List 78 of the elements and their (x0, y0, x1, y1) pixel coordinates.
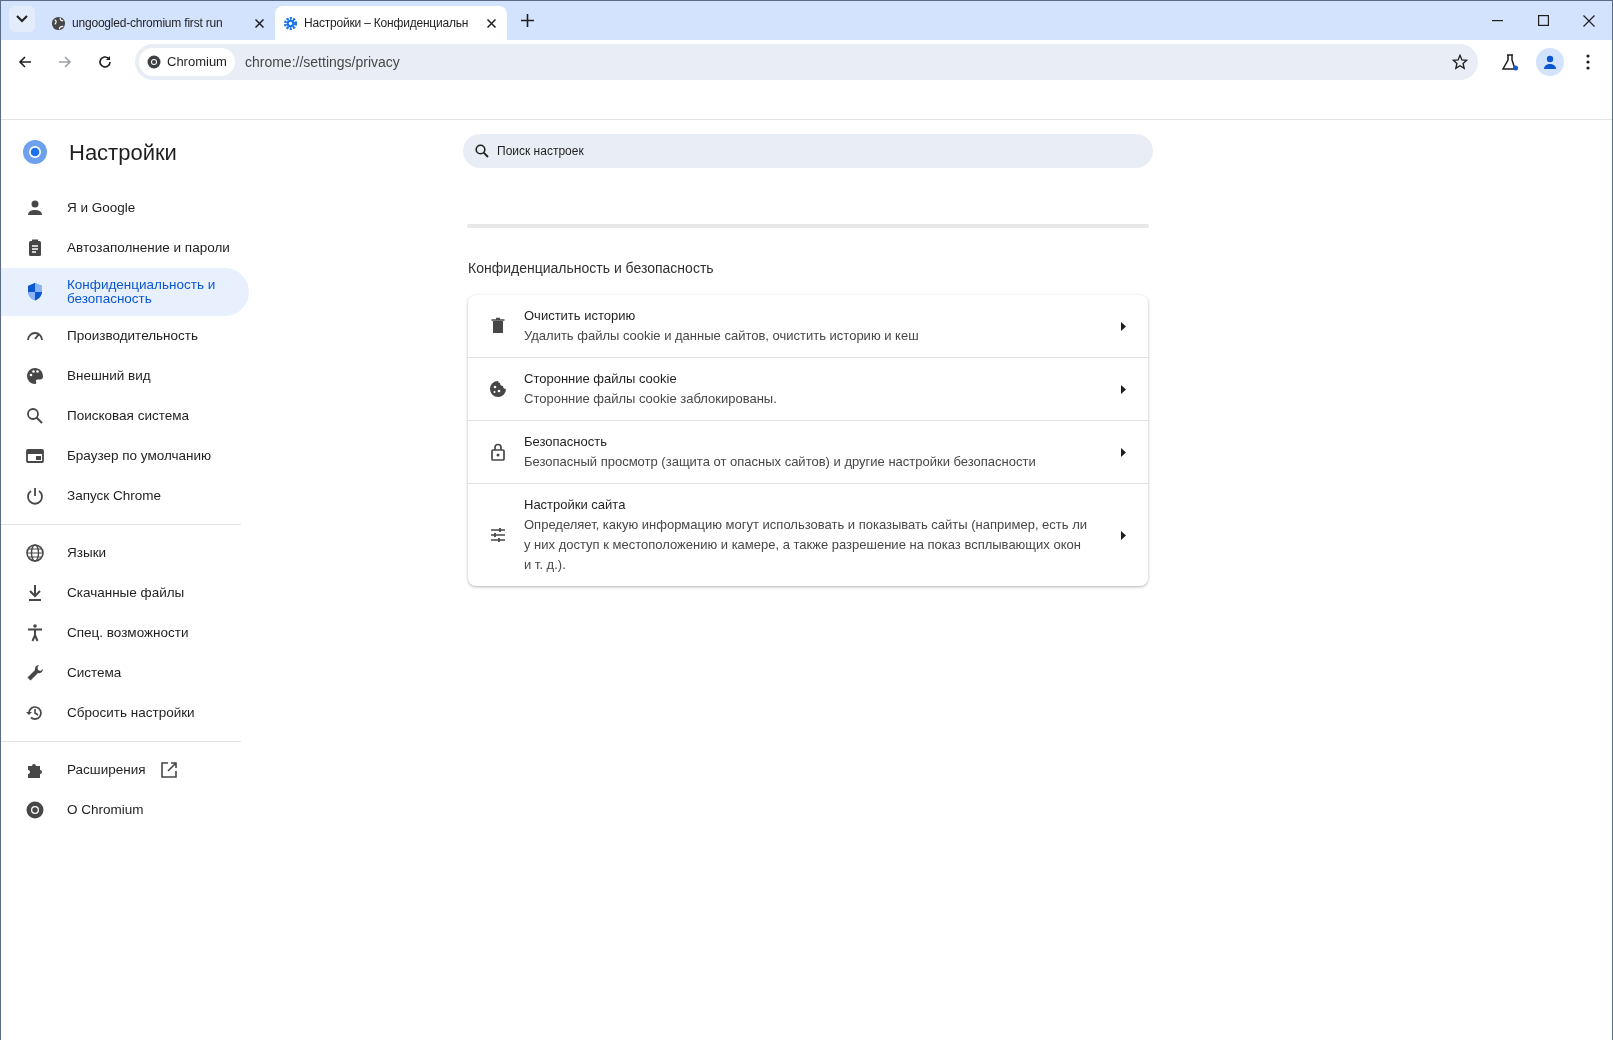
search-icon (475, 144, 489, 158)
history-icon (25, 703, 45, 723)
search-icon (25, 406, 45, 426)
settings-title: Настройки (69, 138, 177, 167)
browser-tab[interactable]: Настройки – Конфиденциальн (275, 6, 507, 40)
chromium-logo-icon (23, 140, 47, 164)
wrench-icon (25, 663, 45, 683)
arrow-right-icon (1121, 447, 1126, 457)
gear-icon (283, 15, 298, 31)
address-bar[interactable]: Chromium chrome://settings/privacy (135, 44, 1478, 80)
sidebar-item[interactable]: Конфиденциальность и безопасность (1, 268, 249, 316)
sidebar-item[interactable]: Запуск Chrome (1, 476, 249, 516)
settings-row[interactable]: Сторонние файлы cookie Сторонние файлы cookie заблокированы. (468, 357, 1148, 420)
menu-icon (1586, 54, 1590, 70)
bookmark-star-icon[interactable] (1452, 54, 1468, 70)
row-subtitle: Безопасный просмотр (защита от опасных сайтов) и другие настройки безопасности (524, 453, 1037, 471)
browser-tab[interactable]: ungoogled-chromium first run (43, 6, 275, 40)
arrow-right-icon (1121, 530, 1126, 540)
row-subtitle: Удалить файлы cookie и данные сайтов, очистить историю и кеш (524, 327, 920, 345)
row-subtitle: Определяет, какую информацию могут использовать и показывать сайты (например, есть ли у них доступ к местоположению и камере, а также разрешение на показ всплывающих окон и т. д.). (524, 516, 1089, 574)
external-link-icon[interactable] (159, 761, 178, 779)
sidebar-item[interactable]: Я и Google (1, 188, 249, 228)
sidebar-item[interactable]: Браузер по умолчанию (1, 436, 249, 476)
arrow-right-icon (1121, 321, 1126, 331)
chevron-down-icon (16, 15, 28, 23)
chromium-logo-icon (147, 55, 161, 69)
globe-icon (51, 15, 66, 31)
url-text: chrome://settings/privacy (244, 52, 400, 72)
back-arrow-icon (18, 55, 32, 69)
chromium-logo-icon (25, 800, 45, 820)
arrow-right-icon (1121, 384, 1126, 394)
shield-icon (25, 282, 45, 302)
sidebar-item[interactable]: Спец. возможности (1, 613, 249, 653)
settings-row[interactable]: Очистить историю Удалить файлы cookie и данные сайтов, очистить историю и кеш (468, 295, 1148, 357)
maximize-icon (1537, 15, 1549, 26)
section-title: Конфиденциальность и безопасность (468, 259, 715, 278)
settings-row[interactable]: Безопасность Безопасный просмотр (защита от опасных сайтов) и другие настройки безопасности (468, 420, 1148, 483)
sidebar-item[interactable]: Система (1, 653, 249, 693)
sliders-icon (488, 525, 508, 545)
settings-row[interactable]: Настройки сайта Определяет, какую информацию могут использовать и показывать сайты (например, есть ли у них доступ к местоположению и камере, а также разрешение на показ всплывающих окон и т. д.). (468, 483, 1148, 586)
flask-icon (1501, 53, 1519, 71)
sidebar-item[interactable]: Скачанные файлы (1, 573, 249, 613)
sidebar-item[interactable]: Сбросить настройки (1, 693, 249, 733)
site-name: Chromium (167, 53, 227, 72)
sidebar-item[interactable]: Расширения (1, 750, 249, 790)
globe-icon (25, 543, 45, 563)
forward-arrow-icon (58, 55, 72, 69)
row-title: Очистить историю (524, 307, 637, 325)
person-icon (25, 198, 45, 218)
tab-title: ungoogled-chromium first run (72, 15, 224, 32)
sidebar-item[interactable]: О Chromium (1, 790, 249, 830)
power-icon (25, 486, 45, 506)
site-chip[interactable]: Chromium (139, 48, 235, 76)
palette-icon (25, 366, 45, 386)
row-title: Безопасность (524, 433, 608, 451)
search-field[interactable]: Поиск настроек (463, 134, 1153, 168)
plus-icon (520, 13, 534, 27)
cookie-icon (488, 379, 508, 399)
tab-title: Настройки – Конфиденциальн (304, 15, 470, 32)
sidebar-item[interactable]: Автозаполнение и пароли (1, 228, 249, 268)
padlock-icon (488, 442, 508, 462)
minimize-icon (1491, 19, 1503, 22)
tab-search-button[interactable] (9, 6, 35, 32)
close-icon (254, 18, 264, 28)
row-title: Сторонние файлы cookie (524, 370, 678, 388)
row-subtitle: Сторонние файлы cookie заблокированы. (524, 390, 778, 408)
close-icon (486, 18, 496, 28)
row-title: Настройки сайта (524, 496, 627, 514)
sidebar-item[interactable]: Поисковая система (1, 396, 249, 436)
sidebar-item[interactable]: Внешний вид (1, 356, 249, 396)
browser-window-icon (25, 446, 45, 466)
reload-icon (98, 55, 112, 69)
person-icon (1542, 54, 1558, 70)
sidebar-item[interactable]: Производительность (1, 316, 249, 356)
close-icon (1583, 14, 1595, 27)
sidebar-item[interactable]: Языки (1, 533, 249, 573)
profile-button[interactable] (1536, 48, 1564, 76)
accessibility-icon (25, 623, 45, 643)
